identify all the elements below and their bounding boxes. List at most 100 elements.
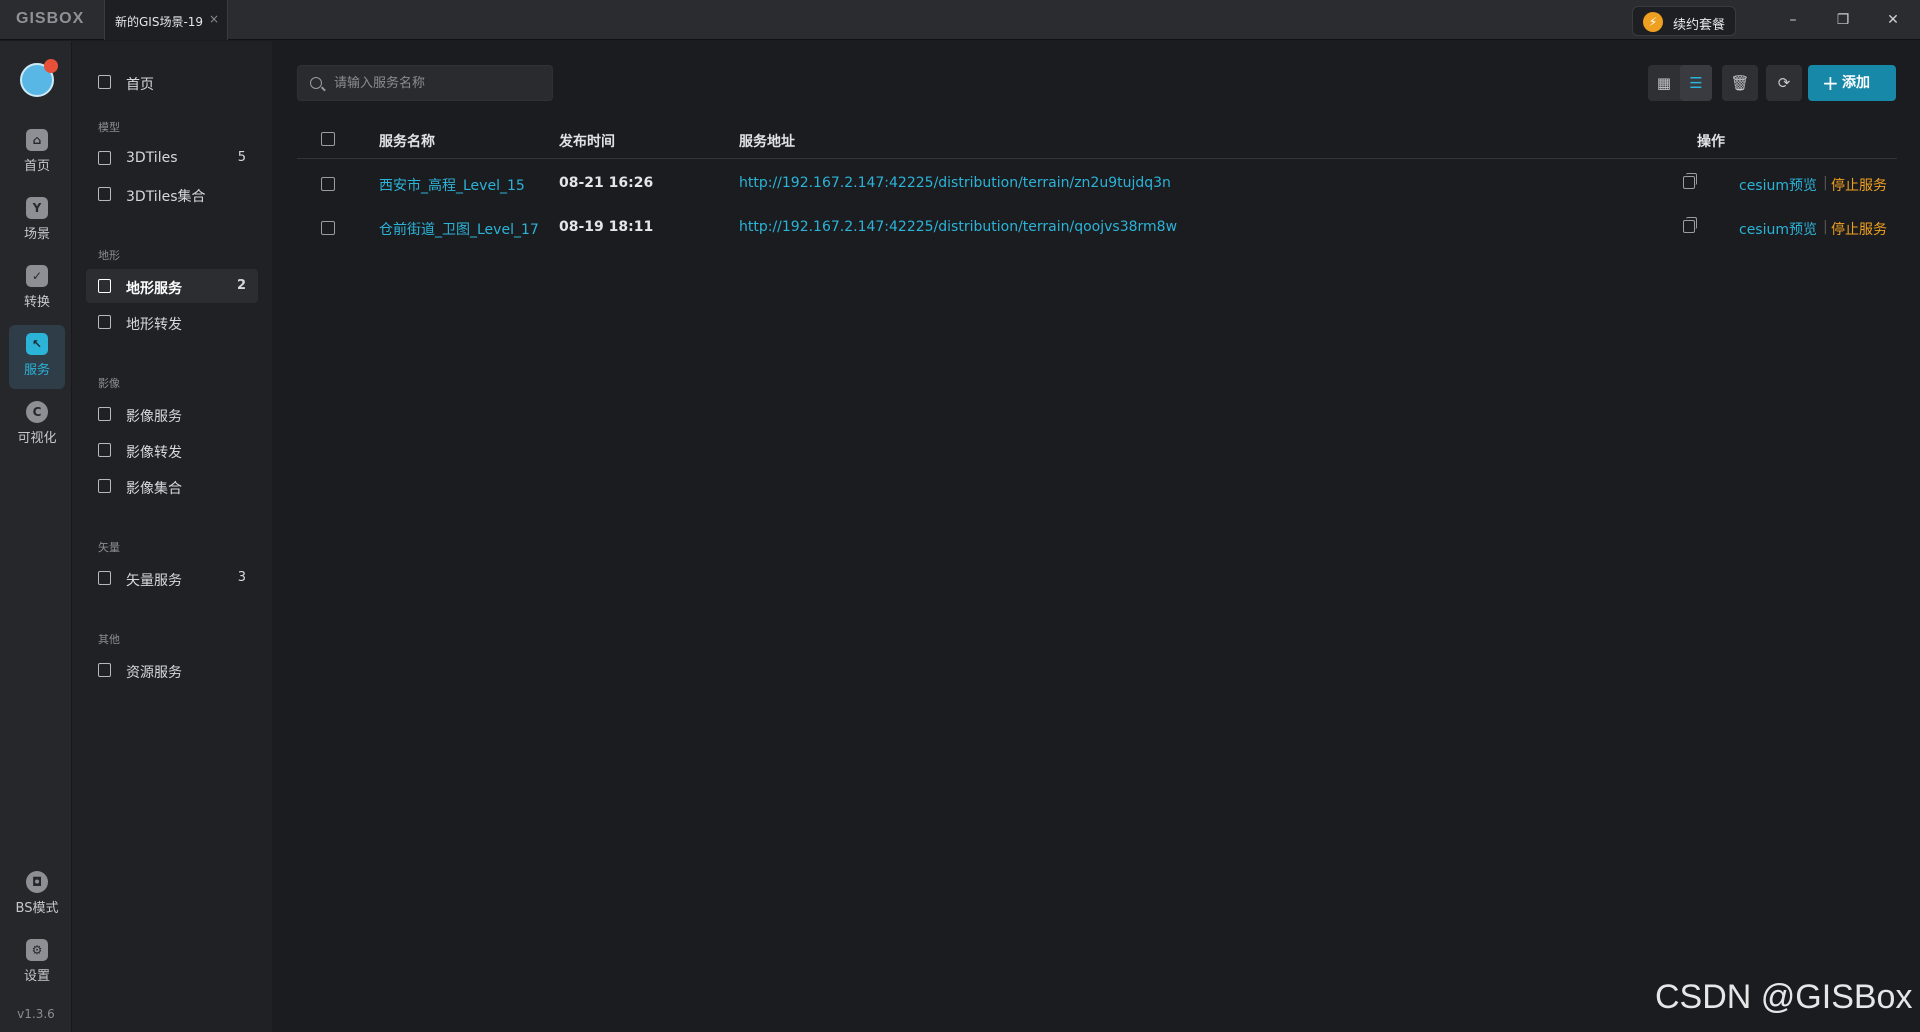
sidebar-item-label: 影像转发 — [126, 445, 182, 461]
tab-title: 新的GIS场景-19 — [115, 15, 204, 29]
sidebar-item-label: 3DTiles — [126, 150, 178, 166]
sidebar-item-label: 地形转发 — [126, 317, 182, 333]
home-icon: ⌂ — [26, 129, 48, 151]
sidebar-item-terrain-service[interactable]: 地形服务 2 — [86, 269, 258, 303]
refresh-icon: ⟳ — [1777, 74, 1791, 92]
copy-icon[interactable] — [1683, 217, 1697, 233]
sidebar-item-terrain-forward[interactable]: 地形转发 — [86, 305, 258, 339]
home-icon — [98, 75, 111, 89]
version-label: v1.3.6 — [17, 1007, 55, 1021]
sidebar-item-image-set[interactable]: 影像集合 — [86, 469, 258, 503]
scene-tab[interactable]: 新的GIS场景-19 × — [104, 0, 228, 40]
nav-rail: ⌂ 首页 Y 场景 ✓ 转换 ↖ 服务 C 可视化 ◘ BS模式 ⚙ 设置 v1… — [0, 41, 72, 1032]
main-content: ▦ ☰ 🗑 ⟳ + 添加 服务名称 发布时间 服务地址 操作 西安市_高程_Le… — [272, 41, 1920, 1032]
renew-label: 续约套餐 — [1673, 18, 1726, 33]
avatar[interactable] — [20, 59, 58, 97]
section-title-vector: 矢量 — [98, 541, 120, 554]
item-count: 3 — [237, 570, 246, 585]
rail-label: 首页 — [23, 159, 50, 174]
stop-service-link[interactable]: 停止服务 — [1831, 219, 1887, 239]
cesium-preview-link[interactable]: cesium预览 — [1739, 219, 1817, 239]
column-header-time: 发布时间 — [559, 134, 615, 150]
select-all-checkbox[interactable] — [321, 132, 335, 146]
rail-label: 可视化 — [17, 431, 57, 446]
image-set-icon — [98, 479, 111, 493]
copy-icon[interactable] — [1683, 173, 1697, 189]
column-header-actions: 操作 — [1697, 134, 1725, 150]
tab-close-icon[interactable]: × — [209, 12, 219, 26]
rail-item-home[interactable]: ⌂ 首页 — [9, 121, 65, 185]
search-icon — [310, 77, 322, 89]
sidebar-item-label: 影像集合 — [126, 481, 182, 497]
refresh-button[interactable]: ⟳ — [1766, 65, 1802, 101]
app-logo: GISBOX — [16, 10, 85, 27]
grid-view-icon[interactable]: ▦ — [1648, 65, 1680, 101]
document-icon — [98, 151, 111, 165]
bolt-icon: ⚡ — [1643, 12, 1663, 32]
sidebar-item-image-service[interactable]: 影像服务 — [86, 397, 258, 431]
scene-icon: Y — [26, 197, 48, 219]
sidebar-item-label: 3DTiles集合 — [126, 189, 206, 205]
rail-label: 转换 — [23, 295, 50, 310]
rail-item-visualize[interactable]: C 可视化 — [9, 393, 65, 457]
rail-item-settings[interactable]: ⚙ 设置 — [9, 931, 65, 995]
add-button[interactable]: + 添加 — [1808, 65, 1896, 101]
table-row: 西安市_高程_Level_15 08-21 16:26 http://192.1… — [297, 165, 1897, 205]
stop-service-link[interactable]: 停止服务 — [1831, 175, 1887, 195]
notification-badge-icon — [44, 59, 58, 73]
vector-icon — [98, 571, 111, 585]
item-count: 2 — [236, 278, 246, 293]
publish-time: 08-19 18:11 — [559, 219, 654, 235]
column-header-address: 服务地址 — [739, 134, 795, 150]
section-title-terrain: 地形 — [98, 249, 120, 262]
view-toggle: ▦ ☰ — [1648, 65, 1712, 101]
visualize-icon: C — [26, 401, 48, 423]
rail-item-service[interactable]: ↖ 服务 — [9, 325, 65, 389]
maximize-button[interactable]: ❐ — [1828, 8, 1858, 32]
renew-plan-button[interactable]: ⚡ 续约套餐 — [1632, 6, 1736, 36]
service-url-link[interactable]: http://192.167.2.147:42225/distribution/… — [739, 219, 1177, 235]
service-url-link[interactable]: http://192.167.2.147:42225/distribution/… — [739, 175, 1171, 191]
rail-label: 场景 — [23, 227, 50, 242]
sidebar-item-3dtiles-set[interactable]: 3DTiles集合 — [86, 177, 258, 211]
terrain-forward-icon — [98, 315, 111, 329]
search-box[interactable] — [297, 65, 553, 101]
sidebar-item-vector-service[interactable]: 矢量服务 3 — [86, 561, 258, 595]
image-forward-icon — [98, 443, 111, 457]
table-header: 服务名称 发布时间 服务地址 操作 — [297, 119, 1897, 159]
sidebar-item-resource-service[interactable]: 资源服务 — [86, 653, 258, 687]
convert-icon: ✓ — [26, 265, 48, 287]
title-bar: GISBOX 新的GIS场景-19 × ⚡ 续约套餐 – ❐ ✕ — [0, 0, 1920, 40]
action-divider: | — [1823, 175, 1828, 191]
table-row: 仓前街道_卫图_Level_17 08-19 18:11 http://192.… — [297, 209, 1897, 249]
sidebar-item-label: 矢量服务 — [126, 573, 182, 589]
search-input[interactable] — [334, 66, 544, 100]
settings-icon: ⚙ — [26, 939, 48, 961]
close-window-button[interactable]: ✕ — [1878, 8, 1908, 32]
item-count: 5 — [237, 150, 246, 165]
rail-item-bs-mode[interactable]: ◘ BS模式 — [9, 863, 65, 927]
sidebar-item-home[interactable]: 首页 — [86, 65, 258, 99]
sidebar-item-image-forward[interactable]: 影像转发 — [86, 433, 258, 467]
delete-button[interactable]: 🗑 — [1722, 65, 1758, 101]
image-icon — [98, 407, 111, 421]
rail-item-convert[interactable]: ✓ 转换 — [9, 257, 65, 321]
section-title-model: 模型 — [98, 121, 120, 134]
cesium-preview-link[interactable]: cesium预览 — [1739, 175, 1817, 195]
sidebar-item-label: 地形服务 — [126, 281, 182, 297]
rail-item-scene[interactable]: Y 场景 — [9, 189, 65, 253]
rail-label: 设置 — [23, 969, 50, 984]
sidebar-item-3dtiles[interactable]: 3DTiles 5 — [86, 141, 258, 175]
section-title-other: 其他 — [98, 633, 120, 646]
plus-icon: + — [1822, 71, 1839, 95]
list-view-icon[interactable]: ☰ — [1680, 65, 1712, 101]
resource-icon — [98, 663, 111, 677]
sidebar-item-label: 影像服务 — [126, 409, 182, 425]
publish-time: 08-21 16:26 — [559, 175, 654, 191]
service-name-link[interactable]: 仓前街道_卫图_Level_17 — [379, 219, 539, 239]
rail-label: BS模式 — [15, 901, 59, 916]
row-checkbox[interactable] — [321, 221, 335, 235]
minimize-button[interactable]: – — [1778, 8, 1808, 32]
row-checkbox[interactable] — [321, 177, 335, 191]
service-name-link[interactable]: 西安市_高程_Level_15 — [379, 175, 525, 195]
